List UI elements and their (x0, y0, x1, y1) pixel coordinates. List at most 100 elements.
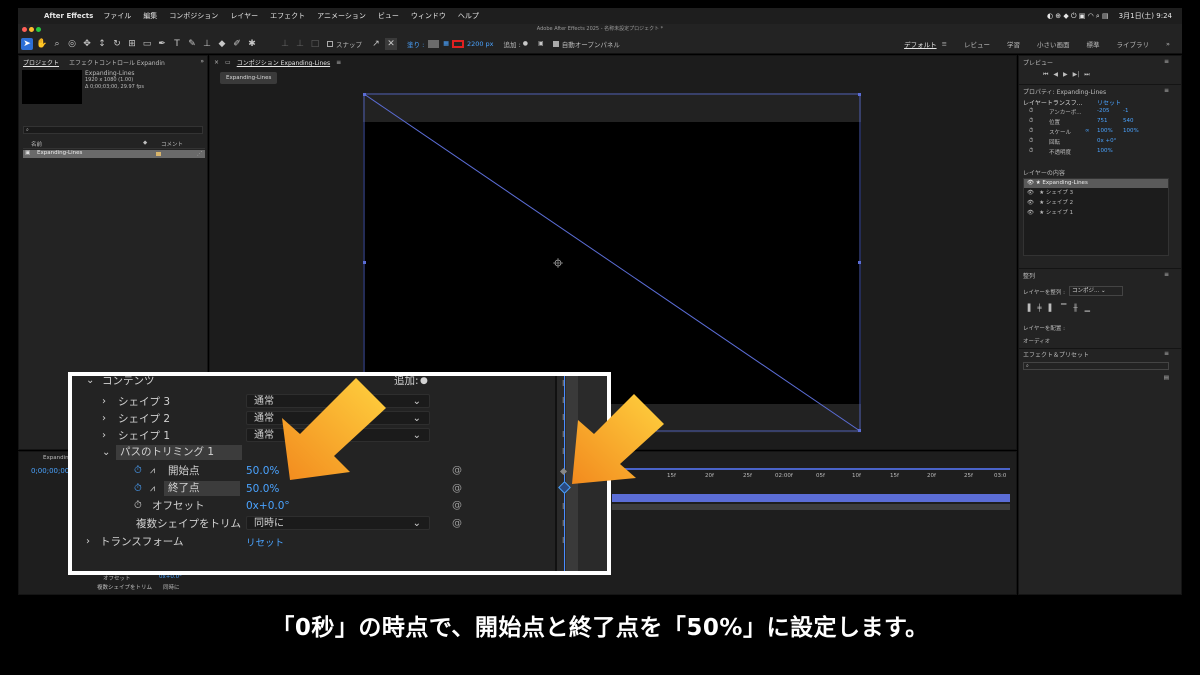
zoom-window-button[interactable] (36, 27, 41, 32)
contents-add-button[interactable]: ● (420, 376, 428, 386)
workspace-menu-icon[interactable]: ≡ (942, 40, 947, 48)
align-left-icon[interactable]: ▐ (1025, 304, 1030, 312)
stopwatch-icon[interactable]: ⏱ (1029, 148, 1033, 155)
project-search-input[interactable]: ⌕ (23, 126, 203, 134)
layer-duration-bar[interactable] (612, 494, 1010, 502)
fill-swatch[interactable] (428, 39, 440, 48)
comp-breadcrumb[interactable]: Expanding-Lines (220, 72, 278, 84)
layer-contents-item[interactable]: 👁 ★ シェイプ 3 (1024, 188, 1168, 198)
selection-tool-icon[interactable]: ➤ (21, 37, 33, 50)
puppet-pin-icon[interactable]: ✱ (246, 38, 258, 50)
layer-track-bar[interactable] (612, 504, 1010, 510)
first-frame-icon[interactable]: ⏮ (1043, 71, 1048, 79)
project-row[interactable]: ▣ Expanding-Lines (23, 150, 205, 158)
flowchart-icon[interactable]: ⋰ (197, 151, 203, 157)
work-area-bar[interactable] (612, 468, 1010, 470)
tab-effect-controls[interactable]: エフェクトコントロール Expandin (69, 58, 165, 67)
prop-anchor-x[interactable]: -205 (1097, 108, 1109, 114)
minimize-window-button[interactable] (29, 27, 34, 32)
stopwatch-icon[interactable]: ⏱ (1029, 108, 1033, 115)
expand-shape3-icon[interactable]: › (102, 396, 106, 407)
app-name-menu[interactable]: After Effects (44, 12, 93, 20)
expand-shape2-icon[interactable]: › (102, 413, 106, 424)
end-value[interactable]: 50.0% (246, 483, 279, 495)
timeline-trim-value[interactable]: 同時に (163, 583, 180, 591)
effects-menu-icon[interactable]: ≡ (1164, 350, 1169, 357)
stroke-width-value[interactable]: 2200 px (467, 40, 494, 48)
hand-tool-icon[interactable]: ✋ (36, 38, 48, 50)
offset-stopwatch-icon[interactable]: ⏱ (134, 500, 142, 511)
shape3-label[interactable]: シェイプ 3 (118, 394, 170, 409)
end-stopwatch-icon[interactable]: ⏱ (134, 483, 142, 494)
prop-scale-x[interactable]: 100% (1097, 128, 1113, 134)
align-vcenter-icon[interactable]: ╫ (1073, 304, 1077, 312)
snap-options-icon[interactable]: ↗ (370, 38, 382, 50)
anchor-point-icon[interactable] (553, 258, 563, 268)
pan-camera-icon[interactable]: ✥ (81, 38, 93, 50)
start-graph-icon[interactable]: ⩘ (150, 466, 155, 476)
label-color-swatch[interactable] (156, 152, 161, 156)
layer-contents-item[interactable]: 👁 ★ シェイプ 1 (1024, 208, 1168, 218)
collapse-trim-icon[interactable]: ⌄ (102, 447, 110, 458)
stopwatch-icon[interactable]: ⏱ (1029, 128, 1033, 135)
menu-help[interactable]: ヘルプ (458, 11, 479, 21)
add-button[interactable]: ● (523, 40, 528, 47)
workspace-overflow-icon[interactable]: » (1166, 40, 1170, 48)
expression-pickwhip-icon[interactable]: @ (452, 518, 462, 529)
shape2-label[interactable]: シェイプ 2 (118, 411, 170, 426)
layer-contents-root[interactable]: 👁 ★ Expanding-Lines (1024, 179, 1168, 188)
snap-checkbox[interactable] (327, 40, 333, 47)
pan-behind-icon[interactable]: ⊞ (126, 38, 138, 50)
timeline-timecode[interactable]: 0;00;00;00 (31, 467, 69, 475)
workspace-standard[interactable]: 標準 (1087, 39, 1100, 49)
transform-reset-button[interactable]: リセット (246, 535, 284, 549)
properties-menu-icon[interactable]: ≡ (1164, 87, 1169, 94)
prop-rotation-value[interactable]: 0x +0° (1097, 138, 1116, 144)
effects-search-input[interactable]: ⌕ (1023, 362, 1169, 370)
align-menu-icon[interactable]: ≡ (1164, 271, 1169, 278)
align-bottom-icon[interactable]: ▁ (1085, 304, 1090, 312)
stroke-swatch[interactable] (451, 39, 464, 48)
rectangle-tool-icon[interactable]: ▭ (141, 38, 153, 50)
prop-anchor-y[interactable]: -1 (1123, 108, 1128, 114)
prop-opacity-value[interactable]: 100% (1097, 148, 1113, 154)
align-hcenter-icon[interactable]: ╪ (1037, 304, 1041, 312)
align-top-icon[interactable]: ▔ (1061, 304, 1066, 312)
expand-transform-icon[interactable]: › (86, 536, 90, 547)
col-name-header[interactable]: 名前 (31, 140, 42, 148)
shape2-blend-select[interactable]: 通常 ⌄ (246, 411, 430, 425)
text-tool-icon[interactable]: T (171, 38, 183, 50)
eraser-tool-icon[interactable]: ◆ (216, 38, 228, 50)
align-right-icon[interactable]: ▌ (1049, 304, 1054, 312)
play-icon[interactable]: ▶ (1063, 71, 1068, 79)
expression-pickwhip-icon[interactable]: @ (452, 500, 462, 511)
timeline-ruler[interactable]: 15f 20f 25f 02:00f 05f 10f 15f 20f 25f 0… (609, 470, 1009, 482)
comp-menu-icon[interactable]: ≡ (336, 59, 341, 66)
last-frame-icon[interactable]: ⏭ (1084, 71, 1089, 79)
stopwatch-icon[interactable]: ⏱ (1029, 118, 1033, 125)
menu-effect[interactable]: エフェクト (270, 11, 305, 21)
menu-edit[interactable]: 編集 (143, 11, 157, 21)
workspace-default[interactable]: デフォルト (904, 39, 937, 49)
transform-reset-link[interactable]: リセット (1097, 98, 1121, 107)
stopwatch-icon[interactable]: ⏱ (1029, 138, 1033, 145)
menu-window[interactable]: ウィンドウ (411, 11, 446, 21)
orbit-camera-icon[interactable]: ◎ (66, 38, 78, 50)
preview-menu-icon[interactable]: ≡ (1164, 58, 1169, 65)
menu-composition[interactable]: コンポジション (169, 11, 218, 21)
shape1-blend-select[interactable]: 通常 ⌄ (246, 428, 430, 442)
workspace-review[interactable]: レビュー (964, 39, 990, 49)
menu-animation[interactable]: アニメーション (317, 11, 366, 21)
close-window-button[interactable] (22, 27, 27, 32)
axis-view-icon[interactable]: □ (309, 38, 321, 50)
snap-mode-icon[interactable]: ✕ (385, 37, 397, 50)
tab-project[interactable]: プロジェクト (23, 58, 59, 67)
workspace-learn[interactable]: 学習 (1007, 39, 1020, 49)
start-stopwatch-icon[interactable]: ⏱ (134, 465, 142, 476)
transform-label[interactable]: トランスフォーム (100, 534, 183, 549)
axis-world-icon[interactable]: ⊥ (294, 38, 306, 50)
menu-view[interactable]: ビュー (378, 11, 399, 21)
comp-lock-icon[interactable]: ▭ (225, 59, 231, 66)
expression-pickwhip-icon[interactable]: @ (452, 483, 462, 494)
tab-composition[interactable]: コンポジション Expanding-Lines (237, 58, 330, 67)
